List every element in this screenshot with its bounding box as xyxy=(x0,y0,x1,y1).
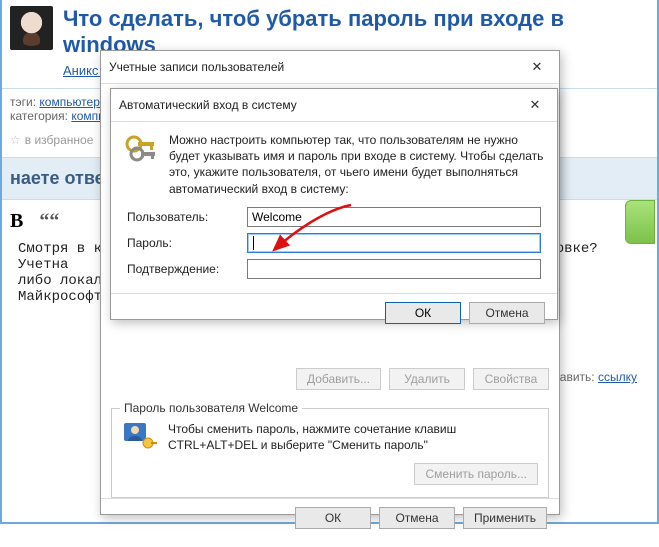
login-form: Пользователь: Пароль: Подтверждение: xyxy=(127,207,541,279)
password-input[interactable] xyxy=(247,233,541,253)
bold-button[interactable]: B xyxy=(10,210,23,233)
close-icon[interactable]: ✕ xyxy=(523,57,551,77)
quote-button[interactable]: ““ xyxy=(39,210,59,233)
properties-button[interactable]: Свойства xyxy=(473,368,549,390)
ok-button[interactable]: ОК xyxy=(295,507,371,529)
user-label: Пользователь: xyxy=(127,210,247,224)
dialog-description: Можно настроить компьютер так, что польз… xyxy=(169,132,545,197)
groupbox-legend: Пароль пользователя Welcome xyxy=(120,401,302,415)
change-password-button[interactable]: Сменить пароль... xyxy=(414,463,538,485)
cancel-button[interactable]: Отмена xyxy=(379,507,455,529)
dialog-title-text: Автоматический вход в систему xyxy=(119,98,297,112)
apply-button[interactable]: Применить xyxy=(463,507,547,529)
key-user-icon xyxy=(122,419,158,455)
add-link-link[interactable]: ссылку xyxy=(598,370,637,384)
auto-login-dialog: Автоматический вход в систему ✕ Можно на… xyxy=(110,88,558,320)
remove-user-button[interactable]: Удалить xyxy=(389,368,465,390)
dialog-titlebar[interactable]: Учетные записи пользователей ✕ xyxy=(101,51,559,83)
dialog-titlebar[interactable]: Автоматический вход в систему ✕ xyxy=(111,89,557,121)
avatar[interactable] xyxy=(10,6,53,50)
dialog-button-row: ОК Отмена xyxy=(111,293,557,334)
cancel-button[interactable]: Отмена xyxy=(469,302,545,324)
confirm-input[interactable] xyxy=(247,259,541,279)
password-groupbox: Пароль пользователя Welcome Чтобы сменит… xyxy=(111,408,549,498)
keys-icon xyxy=(123,132,159,168)
ok-button[interactable]: ОК xyxy=(385,302,461,324)
confirm-label: Подтверждение: xyxy=(127,262,247,276)
add-user-button[interactable]: Добавить... xyxy=(296,368,381,390)
dialog-body: Можно настроить компьютер так, что польз… xyxy=(111,122,557,293)
tags-label: тэги: xyxy=(10,95,36,109)
user-input[interactable] xyxy=(247,207,541,227)
vote-up-button[interactable] xyxy=(625,200,655,244)
password-label: Пароль: xyxy=(127,236,247,250)
close-icon[interactable]: ✕ xyxy=(521,95,549,115)
groupbox-text: Чтобы сменить пароль, нажмите сочетание … xyxy=(168,421,538,453)
category-label: категория: xyxy=(10,109,68,123)
dialog-title-text: Учетные записи пользователей xyxy=(109,60,284,74)
list-buttons: Добавить... Удалить Свойства xyxy=(101,362,559,400)
dialog-button-row: ОК Отмена Применить xyxy=(101,498,559,537)
tag-link[interactable]: компьютер, xyxy=(39,95,103,109)
text-caret xyxy=(253,236,254,250)
